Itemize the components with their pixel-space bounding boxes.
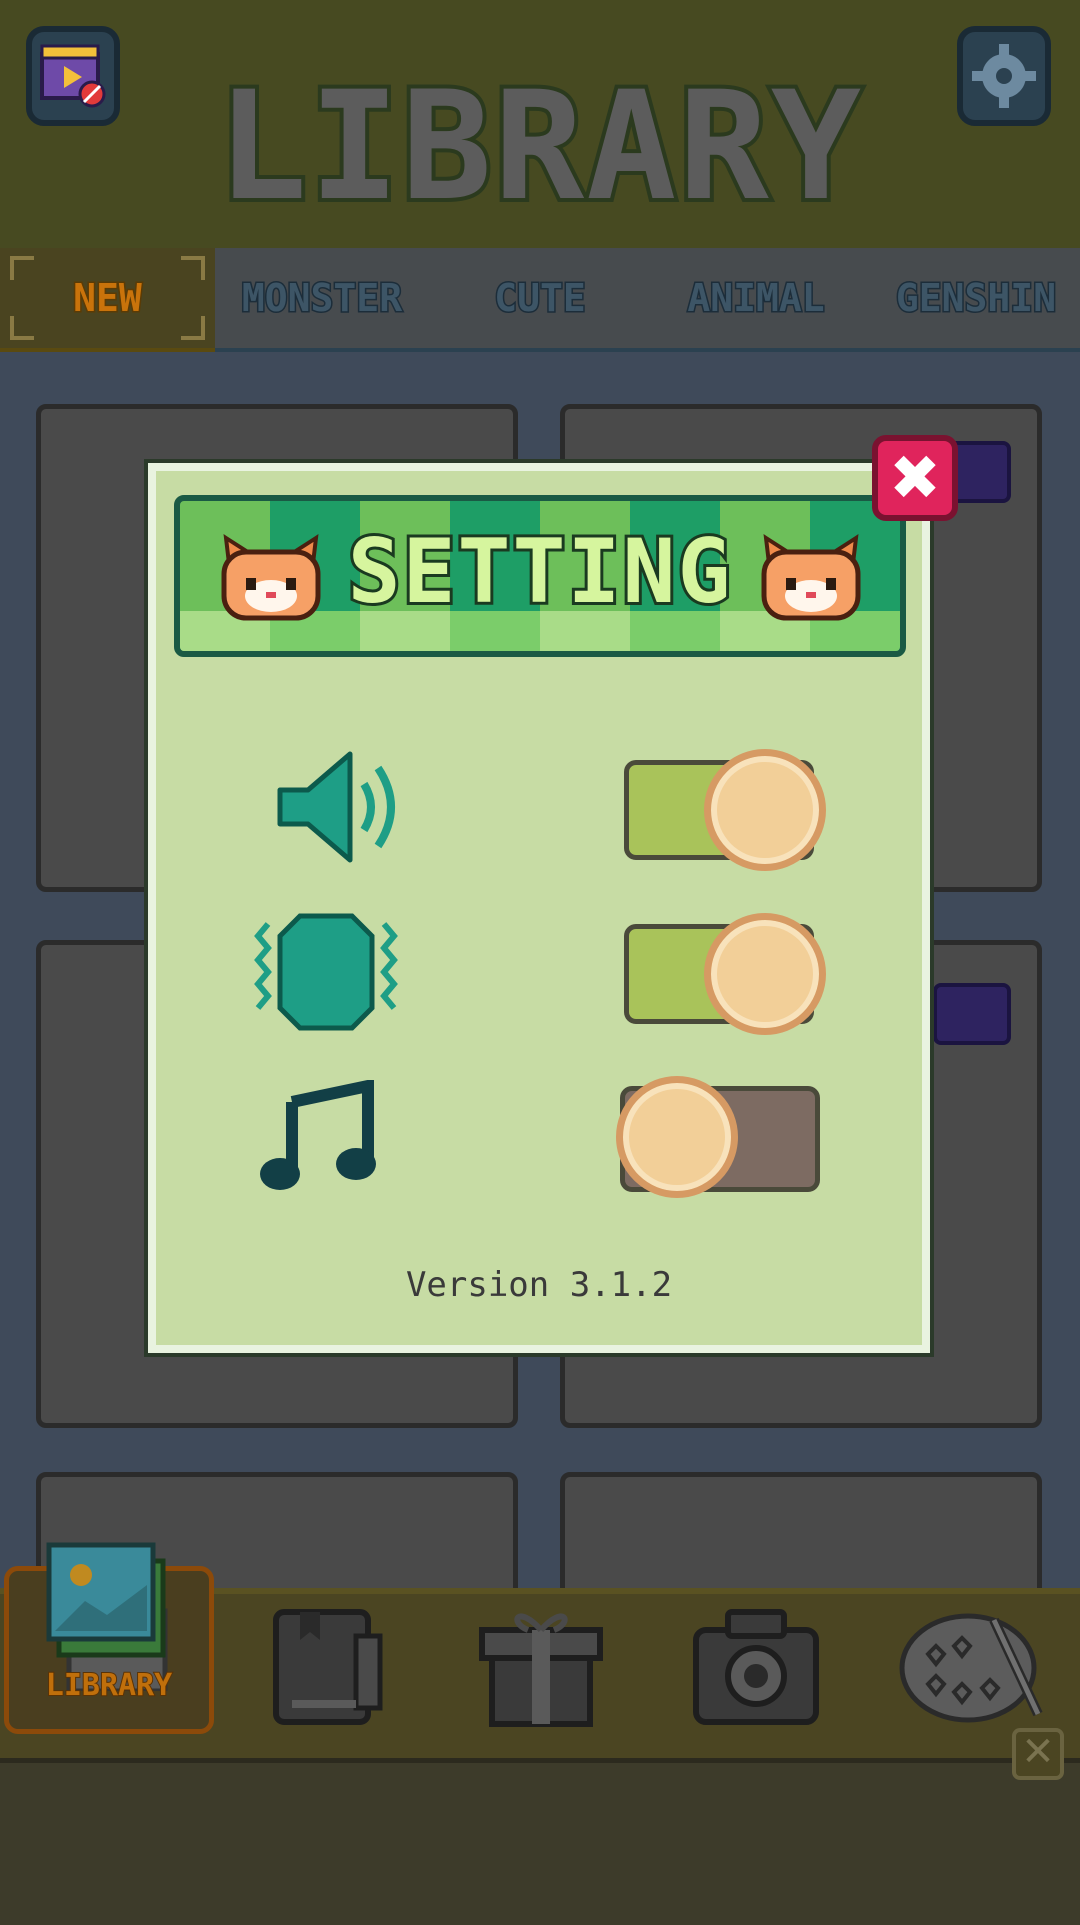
palette-icon[interactable]: [898, 1596, 1048, 1728]
page-title: LIBRARY: [213, 56, 865, 238]
music-toggle[interactable]: [616, 1076, 820, 1198]
toggle-knob: [616, 1076, 738, 1198]
nav-library-label: LIBRARY: [45, 1667, 173, 1704]
version-label: Version 3.1.2: [405, 1265, 673, 1305]
ad-banner: [0, 1758, 1080, 1925]
toggle-knob: [704, 913, 826, 1035]
music-note-icon: [260, 1080, 376, 1190]
sound-icon: [277, 751, 395, 863]
toggle-knob: [704, 749, 826, 871]
ad-close-button[interactable]: ✕: [1012, 1728, 1064, 1780]
modal-close-button[interactable]: ✖: [872, 435, 958, 521]
book-icon[interactable]: [270, 1606, 386, 1728]
modal-title: SETTING: [345, 517, 734, 626]
video-ad-icon: [933, 983, 1011, 1045]
camera-icon[interactable]: [692, 1604, 820, 1726]
tab-new[interactable]: NEW: [0, 248, 215, 352]
tab-new-label: NEW: [72, 275, 144, 322]
sound-toggle[interactable]: [624, 749, 826, 871]
tab-genshin[interactable]: GENSHIN: [872, 248, 1080, 348]
tab-cute[interactable]: CUTE: [440, 248, 640, 348]
tab-animal[interactable]: ANIMAL: [656, 248, 856, 348]
gift-icon[interactable]: [478, 1604, 604, 1728]
tab-monster[interactable]: MONSTER: [222, 248, 422, 348]
vibration-icon: [254, 913, 398, 1031]
vibration-toggle[interactable]: [624, 913, 826, 1035]
nav-library-button[interactable]: [4, 1542, 214, 1734]
